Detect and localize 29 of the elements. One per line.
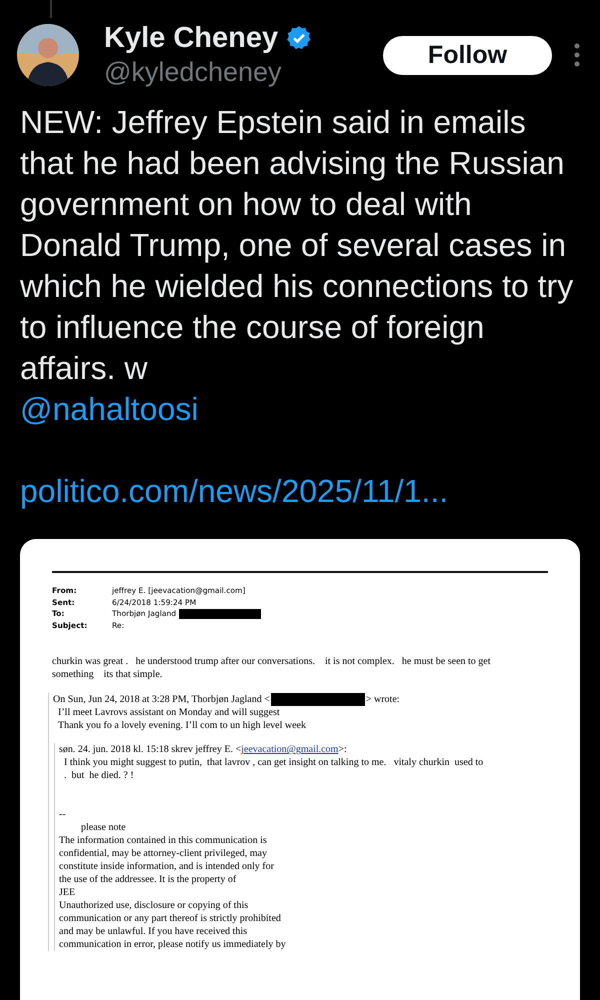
quote-intro: >:	[338, 744, 347, 756]
email-text: something its that simple.	[52, 668, 164, 681]
email-text: JEE	[59, 886, 76, 900]
email-text: Unauthorized use, disclosure or copying of this	[59, 899, 250, 912]
email-link[interactable]: jeevacation@gmail.com	[241, 744, 338, 756]
author-name: Kyle Cheney	[104, 21, 278, 55]
article-link[interactable]: politico.com/news/2025/11/1...	[20, 471, 448, 512]
email-text: the use of the addressee. It is the property of	[59, 873, 238, 886]
email-text: please note	[80, 821, 127, 834]
email-text: churkin was great . he understood trump after our conversations. it is not complex. he must be seen to get	[52, 655, 492, 668]
quote-intro: On Sun, Jun 24, 2018 at 3:28 PM, Thorbjøn Jagland <	[53, 694, 270, 705]
author-handle[interactable]: @kyledcheney	[104, 55, 383, 89]
email-text: Thank you fo a lovely evening. I’ll com to un high level week	[58, 719, 307, 732]
email-text: . but he died. ? !	[64, 769, 135, 782]
mention-link[interactable]: @nahaltoosi	[20, 389, 198, 430]
email-text: communication or any part thereof is strictly prohibited	[59, 912, 282, 926]
email-text: I’ll meet Lavrovs assistant on Monday and will suggest	[58, 706, 281, 720]
email-text: confidential, may be attorney-client privileged, may	[59, 847, 268, 860]
email-text: --	[59, 808, 67, 822]
more-options-icon[interactable]	[574, 43, 580, 67]
email-text: The information contained in this communication is	[59, 834, 268, 848]
email-text: communication in error, please notify us immediately by	[59, 938, 287, 952]
quote-intro: søn. 24. jun. 2018 kl. 15:18 skrev jeffrey E. <	[59, 744, 242, 756]
tweet-text: NEW: Jeffrey Epstein said in emails that he had been advising the Russian government on how to deal with Donald Trump, one of several cases in which he wielded his connections to try to influence the course of foreign affairs. w	[20, 103, 574, 388]
email-text: I think you might suggest to putin, that lavrov , can get insight on talking to me. vitaly churkin used to	[64, 756, 484, 770]
follow-button[interactable]: Follow	[383, 36, 552, 74]
email-text: constitute inside information, and is intended only for	[59, 860, 275, 874]
quote-intro: > wrote:	[366, 694, 400, 705]
email-text: and may be unlawful. If you have received this	[59, 925, 248, 938]
